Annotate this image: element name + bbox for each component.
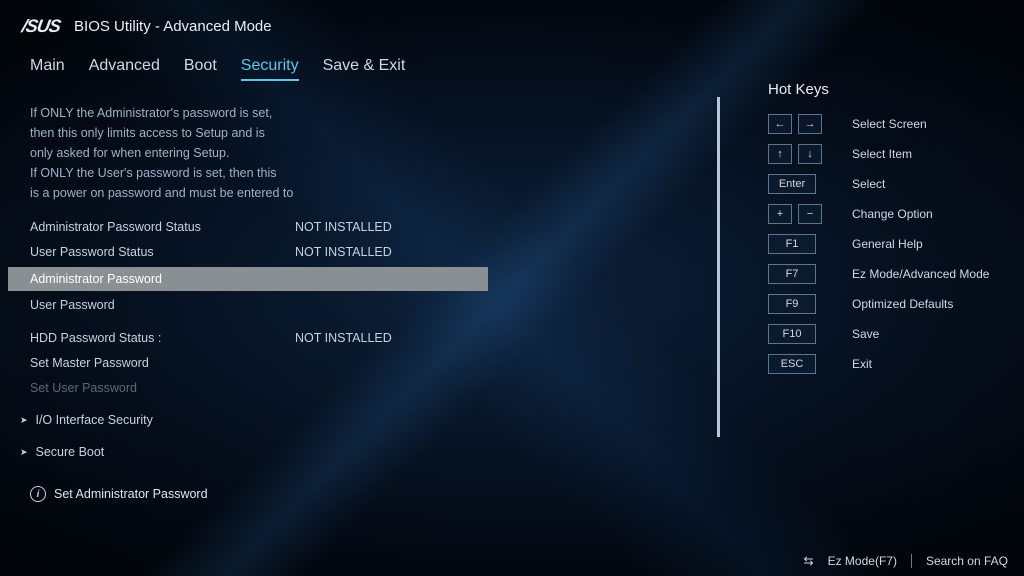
hotkey-row: F10 Save — [768, 324, 1004, 344]
hotkey-row: ESC Exit — [768, 354, 1004, 374]
hotkeys-list: ← → Select Screen ↑ ↓ Select Item Enter Select +… — [768, 114, 1004, 374]
set-master-password[interactable]: Set Master Password — [0, 351, 720, 376]
help-line: i Set Administrator Password — [0, 478, 720, 510]
chevron-right-icon: ➤ — [20, 415, 30, 426]
hotkey-row: F9 Optimized Defaults — [768, 294, 1004, 314]
hotkey-row: ↑ ↓ Select Item — [768, 144, 1004, 164]
security-panel: If ONLY the Administrator's password is … — [0, 87, 720, 507]
key-cap: → — [798, 114, 822, 134]
key-cap: + — [768, 204, 792, 224]
hdd-password-status: HDD Password Status : NOT INSTALLED — [0, 326, 720, 351]
tab-save-exit[interactable]: Save & Exit — [323, 57, 406, 81]
key-cap: ESC — [768, 354, 816, 374]
tab-security[interactable]: Security — [241, 57, 299, 81]
footer: ⇆ Ez Mode(F7) Search on FAQ — [804, 554, 1008, 568]
hotkeys-title: Hot Keys — [768, 81, 1004, 98]
user-password-status: User Password Status NOT INSTALLED — [0, 240, 720, 265]
vertical-divider — [717, 97, 720, 437]
hotkey-label: Optimized Defaults — [852, 297, 953, 311]
hotkey-label: Change Option — [852, 207, 933, 221]
key-cap: ← — [768, 114, 792, 134]
hotkey-row: F7 Ez Mode/Advanced Mode — [768, 264, 1004, 284]
set-user-password: Set User Password — [0, 376, 720, 401]
key-cap: F7 — [768, 264, 816, 284]
hotkey-label: Ez Mode/Advanced Mode — [852, 267, 989, 281]
key-cap: ↓ — [798, 144, 822, 164]
hotkey-label: Select — [852, 177, 885, 191]
brand-logo: /SUS — [20, 16, 62, 37]
security-description: If ONLY the Administrator's password is … — [0, 97, 720, 209]
io-interface-security[interactable]: ➤ I/O Interface Security — [0, 408, 720, 432]
hotkey-label: General Help — [852, 237, 923, 251]
admin-password-status: Administrator Password Status NOT INSTAL… — [0, 215, 720, 240]
key-cap: − — [798, 204, 822, 224]
key-cap: F1 — [768, 234, 816, 254]
chevron-right-icon: ➤ — [20, 447, 30, 458]
hotkey-label: Exit — [852, 357, 872, 371]
hotkey-row: +− Change Option — [768, 204, 1004, 224]
tab-advanced[interactable]: Advanced — [89, 57, 160, 81]
hotkey-row: F1 General Help — [768, 234, 1004, 254]
swap-icon: ⇆ — [804, 554, 814, 568]
ez-mode-button[interactable]: Ez Mode(F7) — [828, 554, 897, 568]
page-title: BIOS Utility - Advanced Mode — [74, 18, 272, 35]
tab-boot[interactable]: Boot — [184, 57, 217, 81]
key-cap: ↑ — [768, 144, 792, 164]
key-cap: F10 — [768, 324, 816, 344]
hotkey-label: Select Item — [852, 147, 912, 161]
hotkey-row: Enter Select — [768, 174, 1004, 194]
header: /SUS BIOS Utility - Advanced Mode — [0, 0, 1024, 49]
tab-main[interactable]: Main — [30, 57, 65, 81]
hotkey-label: Select Screen — [852, 117, 927, 131]
key-cap: F9 — [768, 294, 816, 314]
user-password[interactable]: User Password — [0, 293, 720, 318]
secure-boot[interactable]: ➤ Secure Boot — [0, 440, 720, 464]
hotkey-label: Save — [852, 327, 879, 341]
info-icon: i — [30, 486, 46, 502]
search-faq-button[interactable]: Search on FAQ — [926, 554, 1008, 568]
administrator-password[interactable]: Administrator Password — [8, 267, 488, 292]
hotkeys-panel: Hot Keys ←→Select Screen↑↓Select ItemEnt… — [720, 87, 1024, 507]
key-cap: Enter — [768, 174, 816, 194]
hotkey-row: ← → Select Screen — [768, 114, 1004, 134]
